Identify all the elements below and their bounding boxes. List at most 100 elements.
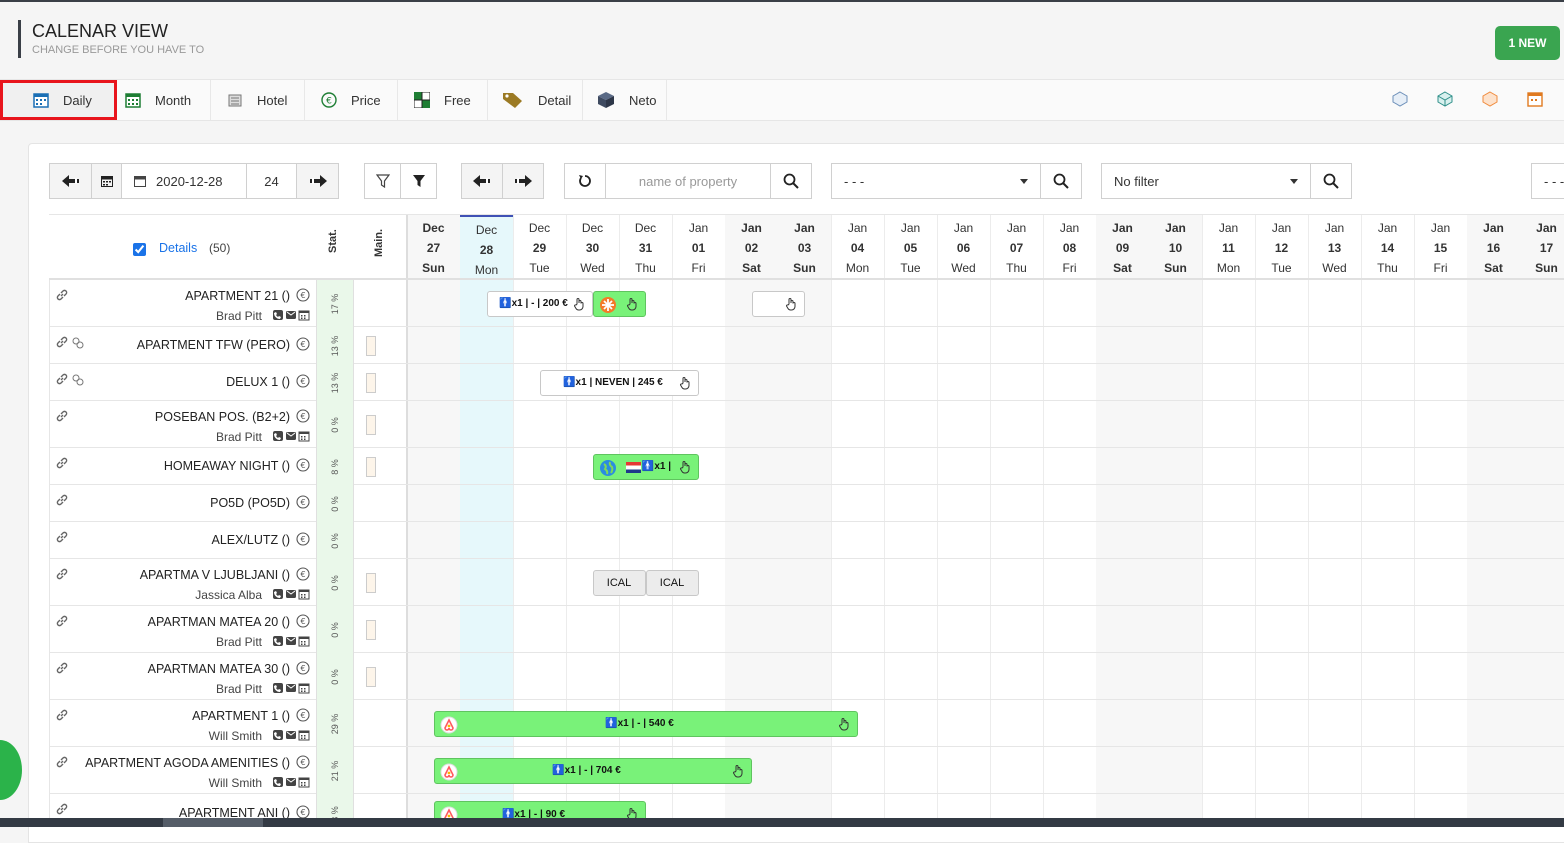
day-header-jan-01[interactable]: Jan 01 Fri: [672, 215, 725, 281]
booking-bar[interactable]: 🚹x1 | - | 704 €: [433, 757, 752, 784]
day-header-jan-04[interactable]: Jan 04 Mon: [831, 215, 884, 281]
contact-icons[interactable]: [272, 430, 310, 442]
property-name[interactable]: APARTMENT AGODA AMENITIES (): [85, 756, 290, 770]
price-euro-icon[interactable]: €: [296, 288, 310, 307]
hand-icon[interactable]: [731, 764, 745, 778]
hand-icon[interactable]: [572, 297, 586, 311]
property-name[interactable]: DELUX 1 (): [226, 375, 290, 389]
contact-icons[interactable]: [272, 588, 310, 600]
maintenance-indicator[interactable]: [366, 456, 376, 477]
link-icon[interactable]: [56, 336, 68, 351]
booking-bar[interactable]: [751, 290, 805, 317]
hexagon-icon[interactable]: [1391, 90, 1409, 108]
orange-hexagon-icon[interactable]: [1481, 90, 1499, 108]
contact-icons[interactable]: [272, 776, 310, 788]
booking-bar[interactable]: 🚹x1 | - | 200 €: [486, 290, 593, 317]
booking-bar[interactable]: 🚹x1 | - | 540 €: [433, 710, 858, 737]
hand-icon[interactable]: [678, 376, 692, 390]
date-field[interactable]: 2020-12-28: [121, 163, 247, 199]
price-euro-icon[interactable]: €: [296, 531, 310, 551]
day-header-jan-03[interactable]: Jan 03 Sun: [778, 215, 831, 281]
price-euro-icon[interactable]: €: [296, 567, 310, 586]
tab-month[interactable]: Month: [117, 80, 211, 120]
day-header-jan-16[interactable]: Jan 16 Sat: [1467, 215, 1520, 281]
day-header-jan-10[interactable]: Jan 10 Sun: [1149, 215, 1202, 281]
tab-price[interactable]: € Price: [305, 80, 398, 120]
property-search-button[interactable]: [770, 163, 812, 199]
hand-icon[interactable]: [625, 297, 639, 311]
ical-block[interactable]: ICAL: [645, 569, 699, 596]
price-euro-icon[interactable]: €: [296, 661, 310, 680]
hand-icon[interactable]: [837, 717, 851, 731]
price-euro-icon[interactable]: €: [296, 494, 310, 514]
link-icon[interactable]: [56, 803, 68, 818]
day-header-jan-12[interactable]: Jan 12 Tue: [1255, 215, 1308, 281]
new-notification-button[interactable]: 1 NEW: [1495, 26, 1560, 60]
maintenance-indicator[interactable]: [366, 372, 376, 393]
cubes-icon[interactable]: [1436, 90, 1454, 108]
day-header-jan-14[interactable]: Jan 14 Thu: [1361, 215, 1414, 281]
link-icon[interactable]: [56, 373, 68, 388]
maintenance-indicator[interactable]: [366, 572, 376, 593]
extra-select[interactable]: - - -: [1531, 163, 1564, 199]
day-header-jan-08[interactable]: Jan 08 Fri: [1043, 215, 1096, 281]
reset-button[interactable]: [564, 163, 606, 199]
maintenance-indicator[interactable]: [366, 414, 376, 435]
contact-icons[interactable]: [272, 309, 310, 321]
link-icon[interactable]: [56, 662, 68, 677]
filter-solid-button[interactable]: [400, 163, 437, 199]
price-euro-icon[interactable]: €: [296, 457, 310, 477]
day-header-jan-07[interactable]: Jan 07 Thu: [990, 215, 1043, 281]
hand-icon[interactable]: [784, 297, 798, 311]
calendar-picker-button[interactable]: [91, 163, 122, 199]
link-icon[interactable]: [56, 289, 68, 304]
property-name[interactable]: POSEBAN POS. (B2+2): [155, 410, 290, 424]
property-name[interactable]: PO5D (PO5D): [210, 496, 290, 510]
booking-bar[interactable]: 🚹x1 | NEVEN | 245 €: [539, 369, 699, 396]
channel-link-icon[interactable]: [72, 373, 84, 391]
ical-block[interactable]: ICAL: [592, 569, 646, 596]
tab-free[interactable]: Free: [398, 80, 488, 120]
price-euro-icon[interactable]: €: [296, 336, 310, 356]
day-header-jan-05[interactable]: Jan 05 Tue: [884, 215, 937, 281]
link-icon[interactable]: [56, 709, 68, 724]
tab-hotel[interactable]: Hotel: [211, 80, 305, 120]
price-euro-icon[interactable]: €: [296, 614, 310, 633]
chat-widget-button[interactable]: [0, 740, 22, 800]
booking-bar[interactable]: 🚹x1 |: [592, 453, 699, 480]
price-euro-icon[interactable]: €: [296, 409, 310, 428]
day-header-jan-02[interactable]: Jan 02 Sat: [725, 215, 778, 281]
contact-icons[interactable]: [272, 635, 310, 647]
property-name-input[interactable]: name of property: [605, 163, 771, 199]
price-euro-icon[interactable]: €: [296, 373, 310, 393]
prev-week-button[interactable]: [49, 163, 92, 199]
contact-icons[interactable]: [272, 729, 310, 741]
maintenance-indicator[interactable]: [366, 619, 376, 640]
details-checkbox[interactable]: [133, 243, 146, 256]
day-header-jan-15[interactable]: Jan 15 Fri: [1414, 215, 1467, 281]
day-header-dec-28[interactable]: Dec 28 Mon: [460, 215, 513, 281]
tab-neto[interactable]: Neto: [583, 80, 667, 120]
group-select[interactable]: - - -: [831, 163, 1041, 199]
property-name[interactable]: APARTMENT 21 (): [185, 289, 290, 303]
link-icon[interactable]: [56, 531, 68, 546]
day-header-jan-09[interactable]: Jan 09 Sat: [1096, 215, 1149, 281]
filter-search-button[interactable]: [1310, 163, 1352, 199]
scrollbar-thumb[interactable]: [163, 818, 263, 827]
booking-bar[interactable]: [592, 290, 646, 317]
day-header-dec-30[interactable]: Dec 30 Wed: [566, 215, 619, 281]
contact-icons[interactable]: [272, 682, 310, 694]
group-search-button[interactable]: [1040, 163, 1082, 199]
day-header-dec-31[interactable]: Dec 31 Thu: [619, 215, 672, 281]
scroll-right-button[interactable]: [502, 163, 544, 199]
property-name[interactable]: APARTMAN MATEA 20 (): [148, 615, 290, 629]
property-name[interactable]: APARTMENT 1 (): [192, 709, 290, 723]
details-link[interactable]: Details: [159, 241, 197, 255]
tab-detail[interactable]: Detail: [488, 80, 583, 120]
link-icon[interactable]: [56, 494, 68, 509]
hand-icon[interactable]: [678, 460, 692, 474]
link-icon[interactable]: [56, 410, 68, 425]
days-count-field[interactable]: 24: [246, 163, 297, 199]
scroll-left-button[interactable]: [461, 163, 503, 199]
channel-link-icon[interactable]: [72, 336, 84, 354]
